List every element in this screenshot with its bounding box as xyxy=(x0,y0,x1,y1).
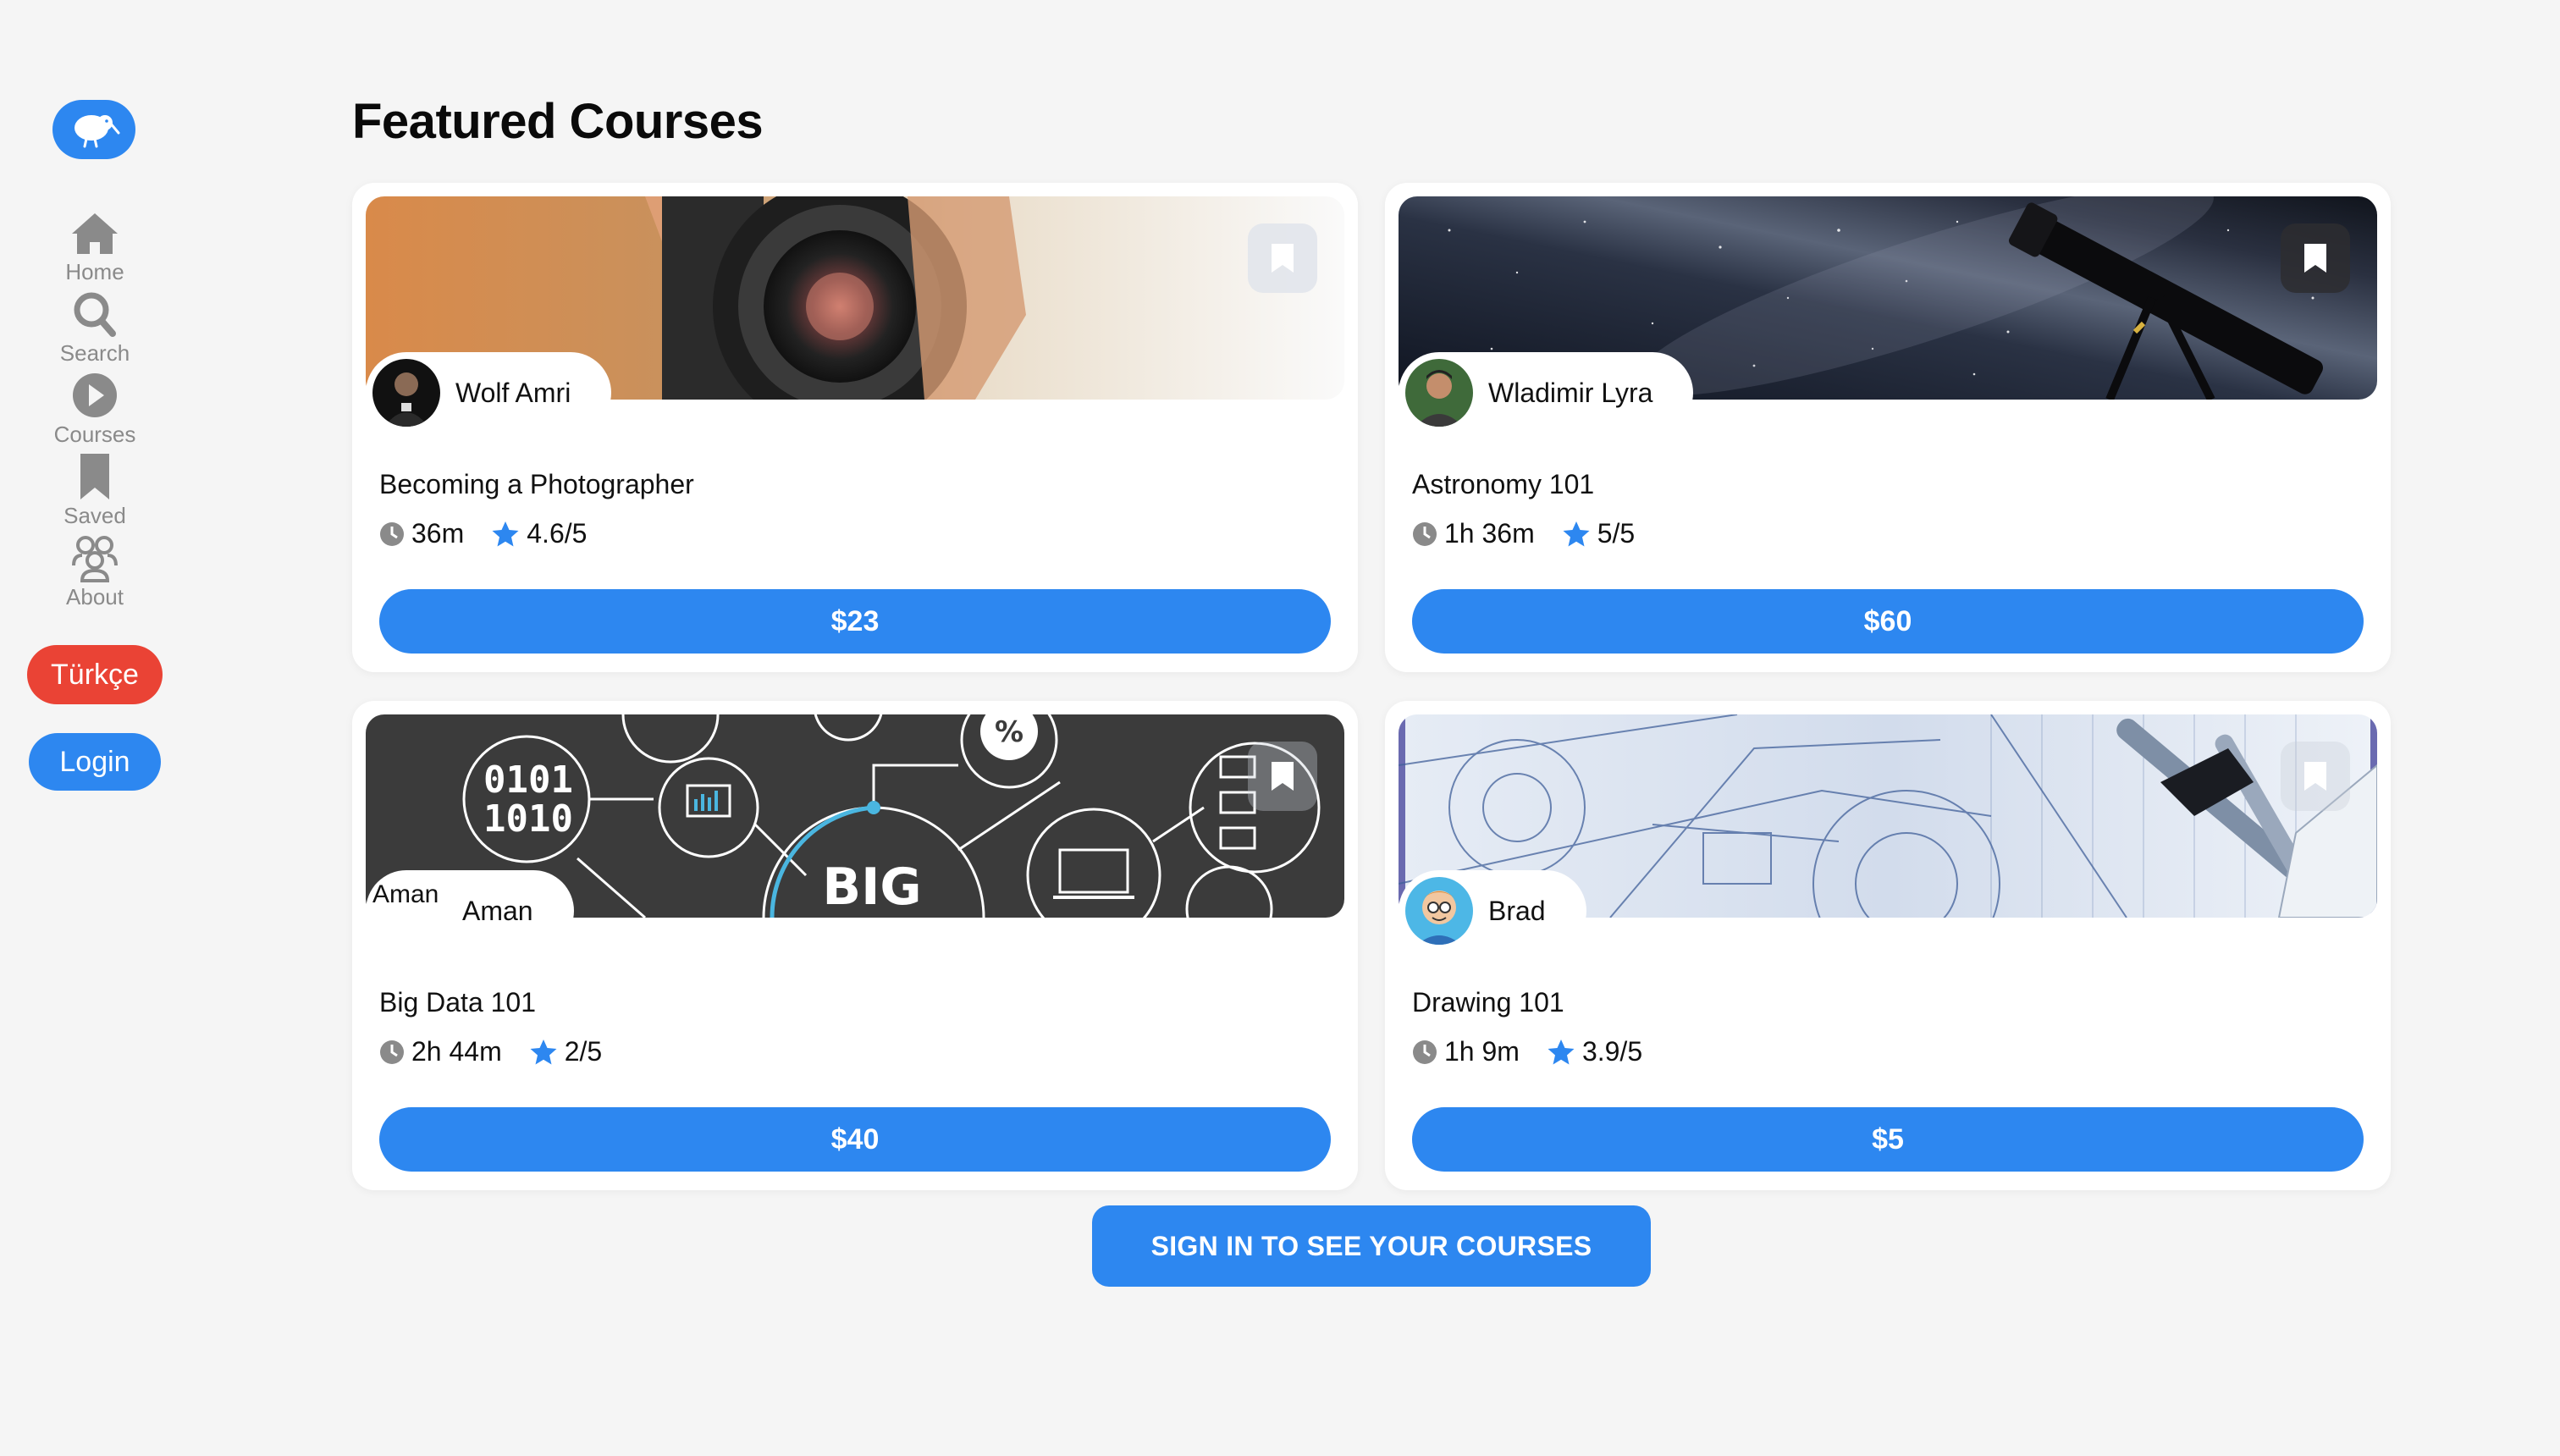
avatar: Aman xyxy=(372,877,454,945)
nav-home-label: Home xyxy=(65,259,124,284)
bookmark-icon xyxy=(2304,244,2326,273)
course-rating: 2/5 xyxy=(564,1036,603,1067)
home-icon xyxy=(72,213,118,254)
svg-text:0101: 0101 xyxy=(483,758,573,802)
language-toggle-button[interactable]: Türkçe xyxy=(27,645,163,704)
author-name: Wolf Amri xyxy=(455,377,571,408)
bookmark-icon xyxy=(1272,762,1294,791)
course-duration: 1h 36m xyxy=(1444,518,1535,549)
bookmark-icon xyxy=(1272,244,1294,273)
buy-course-button[interactable]: $23 xyxy=(379,589,1331,654)
course-meta: 36m 4.6/5 xyxy=(379,518,614,549)
sidebar: Home Search Courses Saved About Türkçe L… xyxy=(0,0,190,1456)
course-meta: 1h 36m 5/5 xyxy=(1412,518,1662,549)
course-rating: 4.6/5 xyxy=(527,518,588,549)
course-card[interactable]: Brad Drawing 101 1h 9m 3.9/5 $5 xyxy=(1385,701,2391,1190)
nav-home[interactable]: Home xyxy=(0,208,190,290)
course-meta: 2h 44m 2/5 xyxy=(379,1036,629,1067)
nav-saved[interactable]: Saved xyxy=(0,452,190,533)
star-icon xyxy=(530,1039,557,1064)
clock-icon xyxy=(380,1040,404,1064)
nav-about-label: About xyxy=(66,584,124,609)
course-rating: 3.9/5 xyxy=(1581,1036,1643,1067)
author-name: Wladimir Lyra xyxy=(1488,377,1653,408)
svg-text:%: % xyxy=(995,715,1023,749)
svg-text:1010: 1010 xyxy=(483,797,573,841)
buy-course-button[interactable]: $60 xyxy=(1412,589,2364,654)
clock-icon xyxy=(1413,1040,1437,1064)
kiwi-bird-icon xyxy=(74,115,120,148)
nav-courses[interactable]: Courses xyxy=(0,371,190,452)
play-circle-icon xyxy=(73,373,117,417)
clock-icon xyxy=(1413,521,1437,546)
course-title: Astronomy 101 xyxy=(1412,469,1595,499)
course-card[interactable]: Wolf Amri Becoming a Photographer 36m 4.… xyxy=(352,183,1358,672)
nav-search[interactable]: Search xyxy=(0,290,190,371)
save-course-button[interactable] xyxy=(1248,742,1317,811)
bookmark-icon xyxy=(2304,762,2326,791)
bookmark-icon xyxy=(80,454,109,499)
save-course-button[interactable] xyxy=(1248,223,1317,293)
star-icon xyxy=(1563,521,1590,546)
svg-text:BIG: BIG xyxy=(822,858,921,917)
app-logo[interactable] xyxy=(52,100,135,159)
star-icon xyxy=(492,521,519,546)
search-icon xyxy=(74,292,116,337)
author-badge[interactable]: Aman Aman xyxy=(366,870,574,951)
course-card[interactable]: Wladimir Lyra Astronomy 101 1h 36m 5/5 $… xyxy=(1385,183,2391,672)
avatar xyxy=(1405,877,1473,945)
avatar-alt-text: Aman xyxy=(372,880,439,908)
buy-course-button[interactable]: $40 xyxy=(379,1107,1331,1172)
clock-icon xyxy=(380,521,404,546)
login-button[interactable]: Login xyxy=(29,733,161,791)
save-course-button[interactable] xyxy=(2281,223,2350,293)
author-name: Aman xyxy=(462,895,533,926)
course-title: Becoming a Photographer xyxy=(379,469,694,499)
course-rating: 5/5 xyxy=(1597,518,1636,549)
course-title: Drawing 101 xyxy=(1412,987,1564,1018)
star-icon xyxy=(1548,1039,1575,1064)
avatar xyxy=(1405,359,1473,427)
author-badge[interactable]: Wladimir Lyra xyxy=(1399,352,1694,433)
course-duration: 2h 44m xyxy=(411,1036,502,1067)
author-name: Brad xyxy=(1488,895,1546,926)
nav-courses-label: Courses xyxy=(53,422,136,447)
course-duration: 36m xyxy=(411,518,465,549)
author-badge[interactable]: Wolf Amri xyxy=(366,352,612,433)
sign-in-to-see-courses-button[interactable]: SIGN IN TO SEE YOUR COURSES xyxy=(1092,1205,1651,1287)
author-badge[interactable]: Brad xyxy=(1399,870,1586,951)
course-duration: 1h 9m xyxy=(1444,1036,1520,1067)
nav-saved-label: Saved xyxy=(63,503,126,528)
nav-search-label: Search xyxy=(59,340,130,366)
avatar xyxy=(372,359,440,427)
course-title: Big Data 101 xyxy=(379,987,537,1018)
course-card[interactable]: 0101 1010 % BIG Aman Aman Big Data 101 2… xyxy=(352,701,1358,1190)
course-meta: 1h 9m 3.9/5 xyxy=(1412,1036,1669,1067)
buy-course-button[interactable]: $5 xyxy=(1412,1107,2364,1172)
users-icon xyxy=(72,536,118,582)
nav-about[interactable]: About xyxy=(0,533,190,615)
page-title: Featured Courses xyxy=(352,94,764,149)
save-course-button[interactable] xyxy=(2281,742,2350,811)
